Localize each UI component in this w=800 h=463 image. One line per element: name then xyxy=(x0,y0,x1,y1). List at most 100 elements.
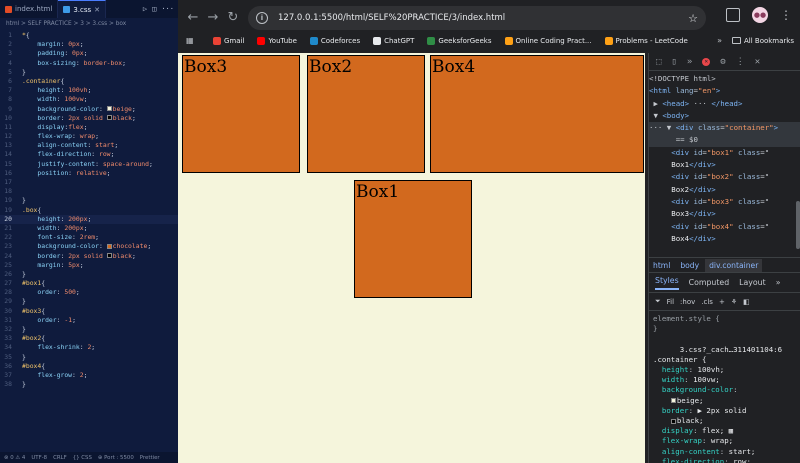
bookmark-item[interactable]: Online Coding Pract... xyxy=(504,36,592,45)
code-line[interactable]: 9 background-color: beige; xyxy=(0,105,178,114)
profile-avatar[interactable]: ●● xyxy=(752,7,768,23)
status-item[interactable]: CRLF xyxy=(53,455,67,461)
close-tab-icon[interactable]: ✕ xyxy=(94,6,100,14)
tab-3-css[interactable]: 3.css ✕ xyxy=(58,0,107,18)
style-rules[interactable]: element.style {} 3.css?_cach…311401104:6… xyxy=(649,311,800,463)
code-line[interactable]: 29} xyxy=(0,297,178,306)
apps-grid-icon[interactable]: ▦ xyxy=(186,36,200,45)
all-bookmarks-button[interactable]: All Bookmarks xyxy=(731,37,794,45)
code-line[interactable]: 15 justify-content: space-around; xyxy=(0,160,178,169)
bookmark-item[interactable]: Problems - LeetCode xyxy=(604,36,688,45)
code-line[interactable]: 30 #box3{ xyxy=(0,307,178,316)
tab-styles[interactable]: Styles xyxy=(655,276,679,290)
more-bookmarks-icon[interactable]: » xyxy=(717,36,722,45)
status-item[interactable]: ⊗ 0 ⚠ 4 xyxy=(4,455,25,461)
bookmark-item[interactable]: Gmail xyxy=(213,36,244,45)
sidebar-toggle-icon[interactable]: ◧ xyxy=(743,298,750,306)
code-line[interactable]: 4 box-sizing: border-box; xyxy=(0,59,178,68)
code-line[interactable]: 20 height: 200px; xyxy=(0,214,178,224)
more-tabs-icon[interactable]: » xyxy=(687,57,692,67)
code-line[interactable]: 11 display:flex; xyxy=(0,123,178,132)
style-rule-line[interactable]: black; xyxy=(653,416,796,426)
bookmark-item[interactable]: YouTube xyxy=(257,36,297,45)
dom-node[interactable]: ▼ <body> xyxy=(649,110,800,122)
more-panels-icon[interactable]: » xyxy=(776,278,781,287)
forward-arrow-icon[interactable]: → xyxy=(203,7,223,27)
code-line[interactable]: 21 width: 200px; xyxy=(0,224,178,233)
dom-node[interactable]: <div id="box3" class=" xyxy=(649,196,800,208)
run-icon[interactable]: ▷ xyxy=(143,5,147,13)
style-rule-line[interactable]: background-color: xyxy=(653,385,796,395)
code-line[interactable]: 27 #box1{ xyxy=(0,279,178,288)
status-item[interactable]: {} CSS xyxy=(73,455,92,461)
close-devtools-icon[interactable]: ✕ xyxy=(755,57,760,67)
filter-icon[interactable]: ⏷ xyxy=(655,297,661,306)
inspect-element-icon[interactable]: ⬚ xyxy=(656,57,661,67)
status-item[interactable]: ⊕ Port : 5500 xyxy=(98,455,134,461)
paint-icon[interactable]: ⚘ xyxy=(731,298,737,306)
dom-node[interactable]: == $0 xyxy=(649,134,800,147)
style-rule-line[interactable]: align-content: start; xyxy=(653,447,796,457)
dom-node[interactable]: <div id="box4" class=" xyxy=(649,221,800,233)
style-rule-line[interactable]: display: flex; ▦ xyxy=(653,426,796,436)
dom-node[interactable]: <!DOCTYPE html> xyxy=(649,73,800,85)
dom-node[interactable]: Box3</div> xyxy=(649,208,800,220)
bookmark-item[interactable]: Codeforces xyxy=(309,36,360,45)
style-rule-line[interactable]: .container { xyxy=(653,355,796,365)
dom-node[interactable]: ··· ▼ <div class="container"> xyxy=(649,122,800,135)
reload-icon[interactable]: ↻ xyxy=(223,7,243,27)
code-area[interactable]: 1 *{2 margin: 0px; 3 padding: 0px; 4 box-si… xyxy=(0,31,178,389)
code-line[interactable]: 38} xyxy=(0,380,178,389)
code-line[interactable]: 18 xyxy=(0,187,178,196)
crumb-html[interactable]: html xyxy=(649,259,674,272)
code-line[interactable]: 22 font-size: 2rem; xyxy=(0,233,178,242)
code-line[interactable]: 8 width: 100vw; xyxy=(0,95,178,104)
dom-node[interactable]: ▶ <head> ··· </head> xyxy=(649,98,800,110)
code-line[interactable]: 3 padding: 0px; xyxy=(0,49,178,58)
code-line[interactable]: 7 height: 100vh; xyxy=(0,86,178,95)
code-line[interactable]: 19 .box{ xyxy=(0,206,178,215)
dom-node[interactable]: Box2</div> xyxy=(649,184,800,196)
code-line[interactable]: 33 #box2{ xyxy=(0,334,178,343)
site-info-icon[interactable]: i xyxy=(256,12,268,24)
style-rule-line[interactable]: height: 100vh; xyxy=(653,365,796,375)
code-line[interactable]: 1 *{ xyxy=(0,31,178,40)
tab-index-html[interactable]: index.html xyxy=(0,0,59,18)
extensions-icon[interactable] xyxy=(726,8,740,22)
code-line[interactable]: 16 position: relative; xyxy=(0,169,178,178)
crumb-body[interactable]: body xyxy=(676,259,703,272)
add-rule-icon[interactable]: + xyxy=(719,298,725,306)
devtools-menu-icon[interactable]: ⋮ xyxy=(736,57,745,67)
error-badge-icon[interactable]: ✕ xyxy=(702,57,711,66)
code-line[interactable]: 2 margin: 0px; xyxy=(0,40,178,49)
more-actions-icon[interactable]: ··· xyxy=(161,5,174,13)
code-line[interactable]: 13 align-content: start; xyxy=(0,141,178,150)
style-rule-line[interactable]: 3.css?_cach…311401104:6 xyxy=(653,345,796,355)
dom-node[interactable]: <div id="box1" class=" xyxy=(649,147,800,159)
tab-computed[interactable]: Computed xyxy=(689,278,730,287)
code-line[interactable]: 10 border: 2px solid black; xyxy=(0,114,178,123)
tab-layout[interactable]: Layout xyxy=(739,278,766,287)
code-line[interactable]: 24 border: 2px solid black; xyxy=(0,252,178,261)
code-line[interactable]: 17 xyxy=(0,178,178,187)
dom-node[interactable]: <html lang="en"> xyxy=(649,85,800,97)
code-line[interactable]: 5} xyxy=(0,68,178,77)
bookmark-item[interactable]: ChatGPT xyxy=(373,36,414,45)
code-line[interactable]: 26} xyxy=(0,270,178,279)
code-line[interactable]: 31 order: -1; xyxy=(0,316,178,325)
code-line[interactable]: 23 background-color: chocolate; xyxy=(0,242,178,251)
code-line[interactable]: 12 flex-wrap: wrap; xyxy=(0,132,178,141)
code-line[interactable]: 32} xyxy=(0,325,178,334)
cls-toggle[interactable]: .cls xyxy=(701,298,713,306)
style-rule-line[interactable] xyxy=(653,334,796,344)
status-item[interactable]: Prettier xyxy=(140,455,160,461)
dom-node[interactable]: Box1</div> xyxy=(649,159,800,171)
code-line[interactable]: 25 margin: 5px; xyxy=(0,261,178,270)
url-text[interactable]: 127.0.0.1:5500/html/SELF%20PRACTICE/3/in… xyxy=(278,13,505,23)
device-toggle-icon[interactable]: ▯ xyxy=(671,57,676,67)
split-editor-icon[interactable]: ◫ xyxy=(152,5,156,13)
breadcrumb[interactable]: html > SELF PRACTICE > 3 > 3.css > box xyxy=(0,18,178,30)
crumb-div-container[interactable]: div.container xyxy=(705,258,763,272)
bookmark-star-icon[interactable]: ☆ xyxy=(688,12,698,25)
code-line[interactable]: 35} xyxy=(0,353,178,362)
